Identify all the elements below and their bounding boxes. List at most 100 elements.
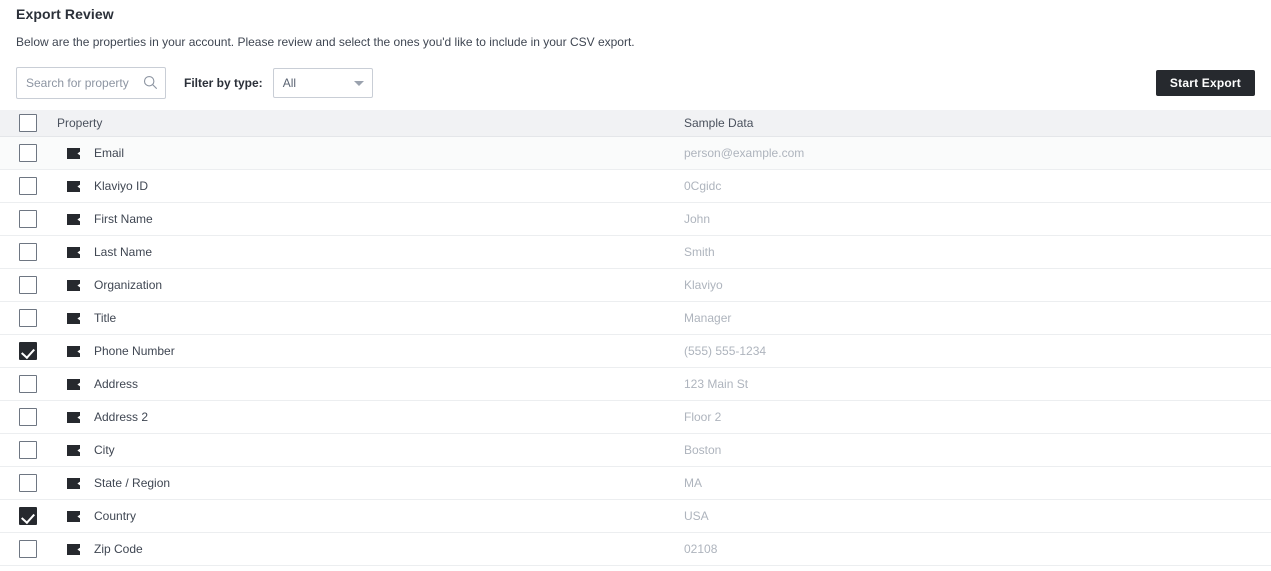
column-header-property: Property bbox=[57, 116, 103, 130]
page-title: Export Review bbox=[16, 6, 114, 22]
property-cell: Organization bbox=[55, 278, 672, 292]
text-property-icon bbox=[67, 180, 80, 192]
table-row[interactable]: Title Manager bbox=[0, 302, 1271, 335]
sample-data-cell: Smith bbox=[684, 245, 715, 259]
sample-data-cell: 123 Main St bbox=[684, 377, 749, 391]
table-row[interactable]: Phone Number (555) 555-1234 bbox=[0, 335, 1271, 368]
row-select-checkbox[interactable] bbox=[18, 243, 37, 261]
row-select-checkbox[interactable] bbox=[18, 342, 37, 360]
row-select-checkbox[interactable] bbox=[18, 474, 37, 492]
filter-type-select[interactable]: All bbox=[272, 68, 373, 98]
sample-data-cell: person@example.com bbox=[684, 146, 805, 160]
sample-data-cell: Floor 2 bbox=[684, 410, 722, 424]
property-label: Phone Number bbox=[94, 344, 175, 358]
property-label: Email bbox=[94, 146, 125, 160]
row-select-cell bbox=[0, 144, 55, 162]
property-label: Klaviyo ID bbox=[94, 179, 149, 193]
table-row[interactable]: City Boston bbox=[0, 434, 1271, 467]
property-label: City bbox=[94, 443, 115, 457]
text-property-icon bbox=[67, 510, 80, 522]
property-cell: Klaviyo ID bbox=[55, 179, 672, 193]
table-row[interactable]: First Name John bbox=[0, 203, 1271, 236]
property-cell: Address bbox=[55, 377, 672, 391]
text-property-icon bbox=[67, 543, 80, 555]
property-cell: Country bbox=[55, 509, 672, 523]
row-select-cell bbox=[0, 309, 55, 327]
row-select-checkbox[interactable] bbox=[18, 375, 37, 393]
sample-data-cell: John bbox=[684, 212, 711, 226]
filter-by-type-label: Filter by type: bbox=[184, 76, 263, 90]
export-review-page: Export Review Below are the properties i… bbox=[0, 0, 1271, 571]
sample-data-cell: Klaviyo bbox=[684, 278, 723, 292]
row-select-cell bbox=[0, 177, 55, 195]
row-select-cell bbox=[0, 408, 55, 426]
sample-data-cell: MA bbox=[684, 476, 702, 490]
text-property-icon bbox=[67, 279, 80, 291]
sample-data-cell: USA bbox=[684, 509, 709, 523]
row-select-checkbox[interactable] bbox=[18, 276, 37, 294]
table-row[interactable]: Country USA bbox=[0, 500, 1271, 533]
row-select-checkbox[interactable] bbox=[18, 210, 37, 228]
select-all-cell bbox=[0, 114, 55, 132]
search-field[interactable] bbox=[16, 67, 166, 99]
table-row[interactable]: State / Region MA bbox=[0, 467, 1271, 500]
sample-data-cell: 0Cgidc bbox=[684, 179, 722, 193]
properties-table: Property Sample Data Email person@example… bbox=[0, 110, 1271, 566]
text-property-icon bbox=[67, 246, 80, 258]
table-body: Email person@example.com Klaviyo ID 0Cgidc F… bbox=[0, 137, 1271, 566]
row-select-checkbox[interactable] bbox=[18, 441, 37, 459]
search-input[interactable] bbox=[16, 67, 166, 99]
table-row[interactable]: Klaviyo ID 0Cgidc bbox=[0, 170, 1271, 203]
table-row[interactable]: Email person@example.com bbox=[0, 137, 1271, 170]
text-property-icon bbox=[67, 477, 80, 489]
sample-data-cell: Boston bbox=[684, 443, 722, 457]
row-select-checkbox[interactable] bbox=[18, 507, 37, 525]
row-select-cell bbox=[0, 474, 55, 492]
row-select-cell bbox=[0, 342, 55, 360]
table-row[interactable]: Organization Klaviyo bbox=[0, 269, 1271, 302]
row-select-checkbox[interactable] bbox=[18, 144, 37, 162]
sample-data-cell: (555) 555-1234 bbox=[684, 344, 767, 358]
property-cell: Last Name bbox=[55, 245, 672, 259]
row-select-cell bbox=[0, 243, 55, 261]
table-header-row: Property Sample Data bbox=[0, 110, 1271, 137]
table-row[interactable]: Last Name Smith bbox=[0, 236, 1271, 269]
row-select-cell bbox=[0, 375, 55, 393]
text-property-icon bbox=[67, 312, 80, 324]
page-subtitle: Below are the properties in your account… bbox=[16, 35, 635, 49]
row-select-checkbox[interactable] bbox=[18, 309, 37, 327]
start-export-button[interactable]: Start Export bbox=[1155, 70, 1255, 96]
row-select-checkbox[interactable] bbox=[18, 408, 37, 426]
row-select-cell bbox=[0, 540, 55, 558]
text-property-icon bbox=[67, 411, 80, 423]
page-header: Export Review Below are the properties i… bbox=[0, 0, 1271, 50]
filter-type-value: All bbox=[282, 76, 297, 90]
text-property-icon bbox=[67, 378, 80, 390]
row-select-checkbox[interactable] bbox=[18, 540, 37, 558]
row-select-cell bbox=[0, 441, 55, 459]
property-cell: Zip Code bbox=[55, 542, 672, 556]
property-cell: First Name bbox=[55, 212, 672, 226]
row-select-cell bbox=[0, 507, 55, 525]
table-row[interactable]: Address 2 Floor 2 bbox=[0, 401, 1271, 434]
select-all-checkbox[interactable] bbox=[18, 114, 37, 132]
property-label: Address 2 bbox=[94, 410, 149, 424]
property-label: Organization bbox=[94, 278, 163, 292]
property-cell: Title bbox=[55, 311, 672, 325]
property-label: Last Name bbox=[94, 245, 153, 259]
table-row[interactable]: Zip Code 02108 bbox=[0, 533, 1271, 566]
property-cell: Email bbox=[55, 146, 672, 160]
text-property-icon bbox=[67, 213, 80, 225]
table-row[interactable]: Address 123 Main St bbox=[0, 368, 1271, 401]
row-select-cell bbox=[0, 210, 55, 228]
property-cell: Address 2 bbox=[55, 410, 672, 424]
chevron-down-icon bbox=[353, 81, 364, 86]
text-property-icon bbox=[67, 444, 80, 456]
sample-data-cell: 02108 bbox=[684, 542, 718, 556]
sample-data-cell: Manager bbox=[684, 311, 732, 325]
row-select-cell bbox=[0, 276, 55, 294]
text-property-icon bbox=[67, 147, 80, 159]
property-label: Address bbox=[94, 377, 139, 391]
row-select-checkbox[interactable] bbox=[18, 177, 37, 195]
toolbar: Filter by type: All Start Export bbox=[0, 66, 1271, 100]
